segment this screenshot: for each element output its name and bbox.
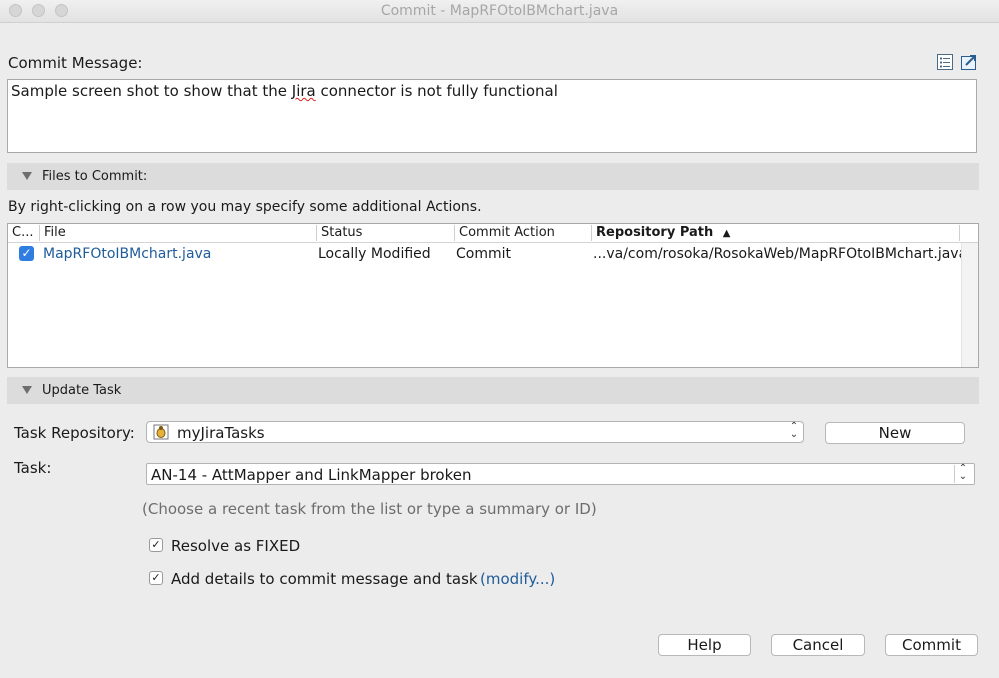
files-to-commit-header[interactable]: Files to Commit: — [7, 163, 979, 190]
help-button[interactable]: Help — [658, 634, 751, 656]
commit-message-text-after: connector is not fully functional — [315, 82, 558, 100]
chevron-updown-icon: ⌃ ⌄ — [789, 421, 799, 440]
row-commit-action[interactable]: Commit — [456, 246, 511, 262]
files-table: C... File Status Commit Action Repositor… — [7, 223, 979, 368]
column-header-repository-path[interactable]: Repository Path ▲ — [592, 225, 960, 241]
task-hint-text: (Choose a recent task from the list or t… — [142, 500, 597, 518]
task-select[interactable]: AN-14 - AttMapper and LinkMapper broken … — [146, 463, 975, 485]
modify-link[interactable]: (modify...) — [480, 570, 555, 588]
column-header-file[interactable]: File — [40, 225, 317, 241]
column-header-commit-action[interactable]: Commit Action — [455, 225, 592, 241]
new-repository-button[interactable]: New — [825, 422, 965, 444]
collapse-triangle-icon[interactable] — [22, 172, 32, 180]
row-file-name[interactable]: MapRFOtoIBMchart.java — [43, 246, 211, 262]
column-header-status[interactable]: Status — [317, 225, 455, 241]
bug-icon — [153, 424, 169, 440]
update-task-title: Update Task — [42, 383, 122, 398]
add-details-label: Add details to commit message and task — [171, 570, 478, 588]
row-status: Locally Modified — [318, 246, 431, 262]
task-repository-value: myJiraTasks — [177, 424, 265, 442]
commit-button[interactable]: Commit — [885, 634, 978, 656]
recent-messages-icon[interactable] — [936, 53, 954, 71]
sort-ascending-icon: ▲ — [722, 228, 731, 239]
title-bar: Commit - MapRFOtoIBMchart.java — [0, 0, 999, 23]
table-row[interactable]: ✓ MapRFOtoIBMchart.java Locally Modified… — [8, 243, 978, 265]
collapse-triangle-icon[interactable] — [22, 386, 32, 394]
add-details-checkbox[interactable]: ✓ — [149, 571, 163, 585]
column-header-commit[interactable]: C... — [8, 225, 40, 241]
window-title: Commit - MapRFOtoIBMchart.java — [380, 3, 619, 19]
commit-message-textarea[interactable]: Sample screen shot to show that the Jira… — [7, 79, 977, 153]
task-label: Task: — [14, 459, 52, 477]
files-to-commit-title: Files to Commit: — [42, 169, 148, 184]
update-task-header[interactable]: Update Task — [7, 377, 979, 404]
task-repository-select[interactable]: myJiraTasks ⌃ ⌄ — [146, 421, 804, 443]
chevron-updown-icon[interactable]: ⌃ ⌄ — [954, 464, 971, 483]
row-repository-path: ...va/com/rosoka/RosokaWeb/MapRFOtoIBMch… — [593, 246, 968, 262]
table-scrollbar[interactable] — [961, 243, 978, 367]
cancel-button[interactable]: Cancel — [771, 634, 865, 656]
files-hint-text: By right-clicking on a row you may speci… — [8, 199, 482, 215]
row-commit-checkbox[interactable]: ✓ — [19, 246, 34, 261]
resolve-fixed-label: Resolve as FIXED — [171, 537, 301, 555]
commit-message-label: Commit Message: — [8, 54, 143, 72]
repository-path-header-label: Repository Path — [596, 225, 714, 240]
commit-message-misspelled-word: Jira — [291, 82, 316, 100]
task-repository-label: Task Repository: — [14, 424, 135, 442]
load-template-icon[interactable] — [960, 53, 978, 71]
commit-message-text-before: Sample screen shot to show that the — [11, 82, 292, 100]
task-value: AN-14 - AttMapper and LinkMapper broken — [151, 466, 472, 484]
resolve-fixed-checkbox[interactable]: ✓ — [149, 538, 163, 552]
files-table-header: C... File Status Commit Action Repositor… — [8, 224, 978, 243]
